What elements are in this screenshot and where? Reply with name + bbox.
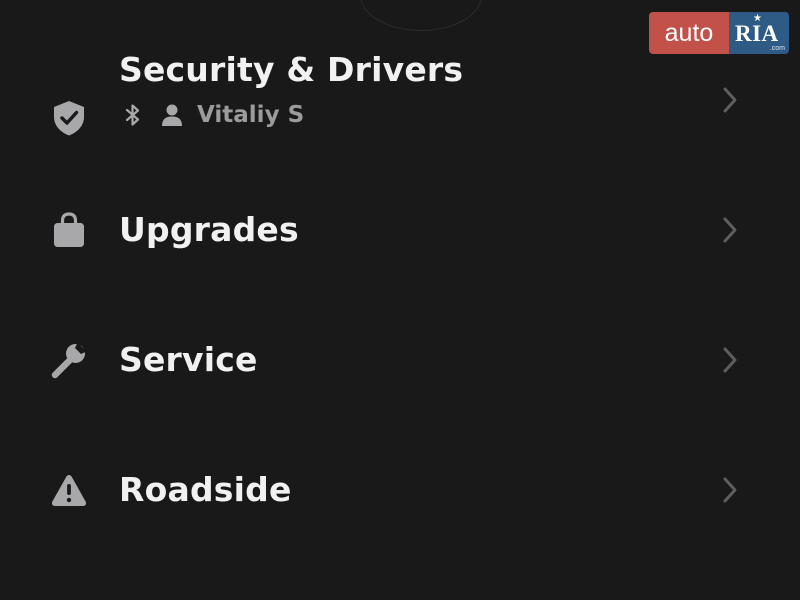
person-icon: [160, 103, 184, 127]
menu-item-upgrades[interactable]: Upgrades: [0, 190, 800, 270]
menu-item-service[interactable]: Service: [0, 320, 800, 400]
chevron-right-icon: [723, 217, 737, 243]
autoria-watermark: auto ★ RIA .com: [649, 12, 789, 54]
menu-item-label: Roadside: [119, 470, 292, 509]
wrench-icon: [50, 341, 88, 379]
menu-item-label: Upgrades: [119, 210, 299, 249]
bluetooth-icon: [121, 103, 145, 127]
settings-screen: Security & Drivers Vitaliy S Upgrades Se…: [0, 0, 800, 600]
watermark-ria-text: RIA: [735, 21, 779, 46]
menu-item-security-drivers[interactable]: Security & Drivers Vitaliy S: [0, 40, 800, 150]
watermark-ria-block: ★ RIA .com: [729, 12, 789, 54]
warning-triangle-icon: [50, 471, 88, 509]
chevron-right-icon: [723, 347, 737, 373]
chevron-right-icon: [723, 477, 737, 503]
watermark-domain-text: .com: [769, 45, 785, 52]
background-decoration: [360, 0, 482, 31]
chevron-right-icon: [723, 87, 737, 113]
shopping-bag-icon: [50, 211, 88, 249]
shield-check-icon: [50, 99, 88, 137]
menu-item-roadside[interactable]: Roadside: [0, 450, 800, 530]
menu-item-label: Service: [119, 340, 258, 379]
driver-profile-row: Vitaliy S: [121, 101, 304, 129]
menu-item-label: Security & Drivers: [119, 50, 464, 89]
watermark-auto-text: auto: [649, 12, 729, 54]
driver-name: Vitaliy S: [197, 102, 305, 128]
